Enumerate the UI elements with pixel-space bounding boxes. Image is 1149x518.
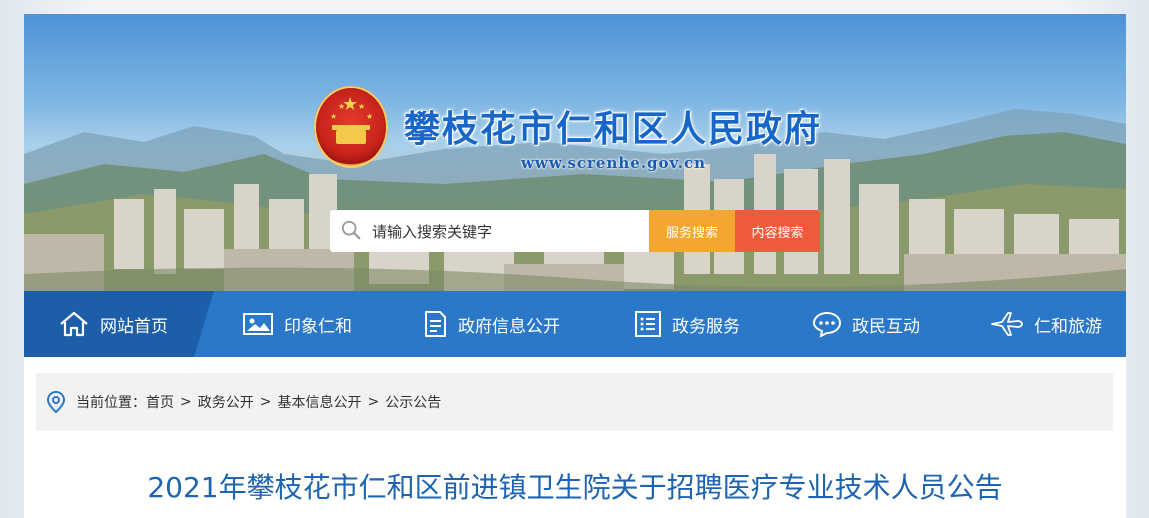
image-icon — [243, 313, 273, 335]
page-frame: ★ ★ ★ ★ ★ 攀枝花市仁和区人民政府 www.screnhe.gov.cn… — [24, 14, 1126, 518]
nav-item-tourism[interactable]: 仁和旅游 — [990, 291, 1102, 357]
breadcrumb-separator: > — [180, 394, 192, 410]
header-banner: ★ ★ ★ ★ ★ 攀枝花市仁和区人民政府 www.screnhe.gov.cn… — [24, 14, 1126, 306]
content-search-button[interactable]: 内容搜索 — [735, 210, 820, 252]
search-bar: 服务搜索 内容搜索 — [330, 210, 820, 252]
nav-item-home[interactable]: 网站首页 — [58, 291, 168, 357]
site-title: 攀枝花市仁和区人民政府 — [404, 108, 823, 150]
nav-item-label: 仁和旅游 — [1034, 316, 1102, 337]
document-icon — [425, 311, 446, 337]
breadcrumb-announcements[interactable]: 公示公告 — [385, 392, 441, 412]
nav-item-label: 政务服务 — [672, 316, 740, 337]
chat-icon — [812, 311, 842, 338]
nav-item-interaction[interactable]: 政民互动 — [812, 291, 920, 357]
nav-item-label: 网站首页 — [100, 316, 168, 337]
service-search-button[interactable]: 服务搜索 — [649, 210, 735, 252]
breadcrumb-gov-affairs[interactable]: 政务公开 — [198, 392, 254, 412]
breadcrumb-home[interactable]: 首页 — [146, 392, 174, 412]
search-input[interactable] — [370, 210, 644, 252]
breadcrumb-basic-info[interactable]: 基本信息公开 — [277, 392, 361, 412]
article-title: 2021年攀枝花市仁和区前进镇卫生院关于招聘医疗专业技术人员公告 — [147, 471, 1003, 504]
breadcrumb-separator: > — [259, 394, 272, 410]
nav-item-impression[interactable]: 印象仁和 — [242, 291, 352, 357]
nav-item-gov-info[interactable]: 政府信息公开 — [422, 291, 560, 357]
nav-item-gov-services[interactable]: 政务服务 — [634, 291, 740, 357]
breadcrumb-separator: > — [367, 394, 380, 410]
nav-item-label: 政民互动 — [852, 316, 920, 337]
search-icon — [341, 220, 361, 240]
location-pin-icon — [46, 390, 66, 414]
national-emblem-icon: ★ ★ ★ ★ ★ — [314, 86, 388, 168]
home-icon — [60, 311, 88, 337]
site-url: www.screnhe.gov.cn — [521, 154, 707, 172]
list-icon — [635, 311, 661, 337]
breadcrumb-prefix: 当前位置： — [76, 395, 146, 411]
breadcrumb: 当前位置： 首页 > 政务公开 > 基本信息公开 > 公示公告 — [36, 373, 1113, 431]
plane-icon — [991, 312, 1023, 336]
nav-item-label: 印象仁和 — [284, 316, 352, 337]
main-nav: 网站首页 印象仁和 政府信息公开 政务服务 政民互动 仁和旅游 — [24, 291, 1126, 357]
nav-item-label: 政府信息公开 — [458, 316, 560, 337]
